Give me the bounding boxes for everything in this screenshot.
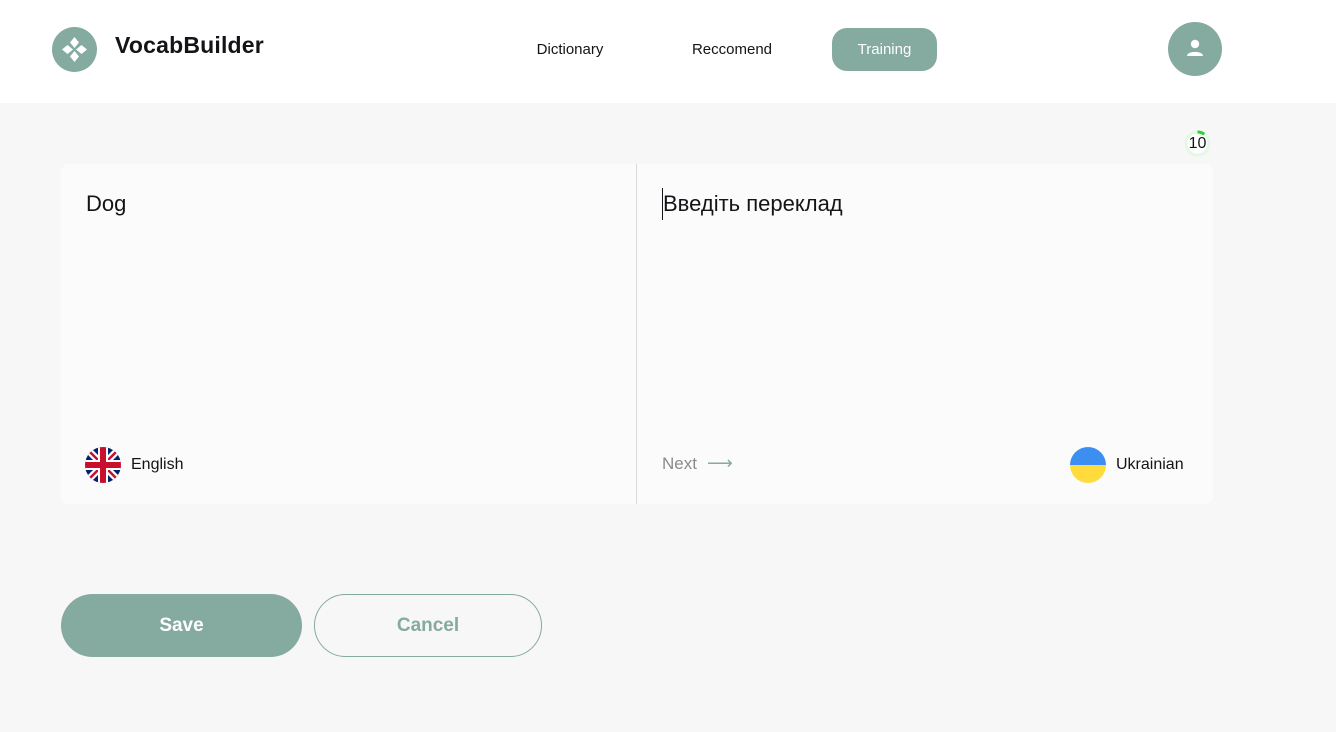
user-icon (1187, 39, 1203, 56)
avatar[interactable] (1168, 22, 1222, 76)
nav-recommend[interactable]: Reccomend (672, 28, 792, 71)
clover-icon[interactable] (52, 27, 97, 72)
target-language: Ukrainian (1070, 447, 1184, 483)
translation-input[interactable] (662, 188, 1182, 220)
app-header: VocabBuilder Dictionary Reccomend Traini… (0, 0, 1336, 103)
cancel-button[interactable]: Cancel (314, 594, 542, 657)
arrow-right-icon: ⟶ (706, 453, 733, 473)
progress-count: 10 (1188, 135, 1207, 152)
ukraine-flag-icon (1070, 447, 1106, 483)
brand-name[interactable]: VocabBuilder (115, 32, 264, 59)
nav-dictionary[interactable]: Dictionary (512, 28, 628, 71)
source-language-label: English (131, 456, 184, 473)
training-card: Dog English Next ⟶ Ukrainian (61, 164, 1213, 504)
save-button[interactable]: Save (61, 594, 302, 657)
nav-training[interactable]: Training (832, 28, 937, 71)
next-label: Next (662, 453, 697, 473)
word-to-translate: Dog (86, 191, 127, 216)
progress-indicator: 10 (1184, 130, 1211, 157)
next-button[interactable]: Next ⟶ (662, 453, 733, 474)
source-language: English (85, 447, 183, 483)
target-language-label: Ukrainian (1116, 456, 1184, 473)
card-divider (636, 164, 637, 504)
uk-flag-icon (85, 447, 121, 483)
